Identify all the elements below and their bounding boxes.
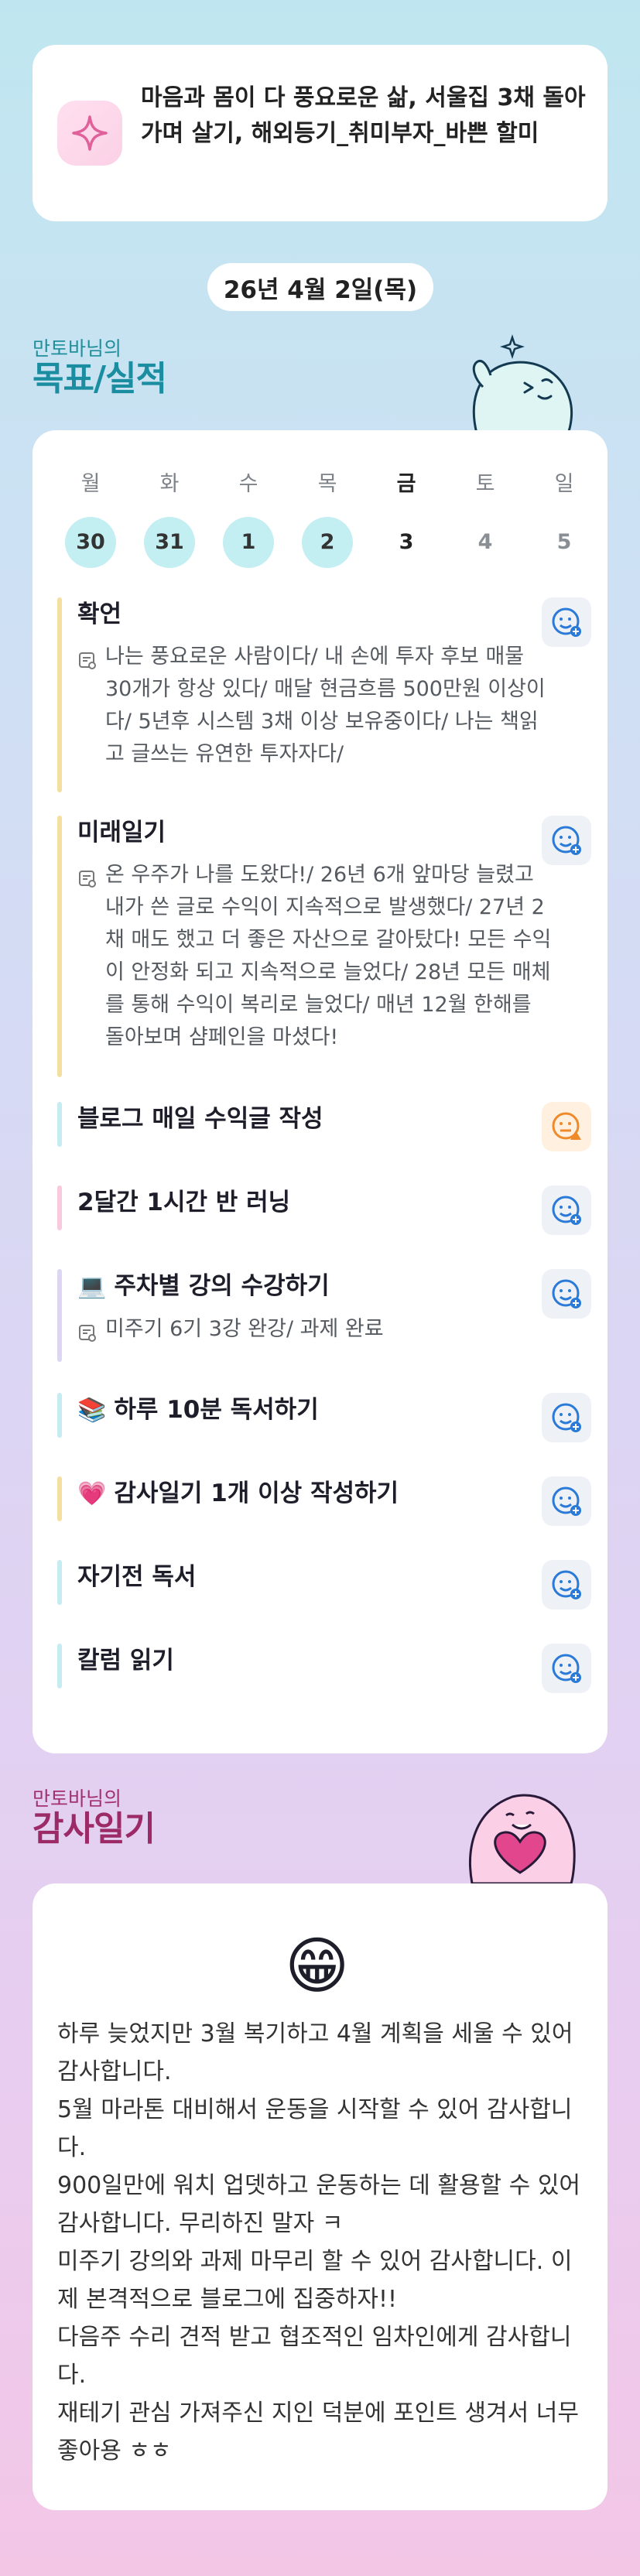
day-name: 수 — [238, 472, 258, 496]
ghost-mascot-icon — [461, 333, 577, 436]
smile-face-icon[interactable] — [542, 1644, 591, 1693]
date-label: 26년 4월 2일(목) — [207, 263, 433, 311]
gratitude-line: 다음주 수리 견적 받고 협조적인 임차인에게 감사합니다. — [57, 2324, 572, 2389]
smile-face-icon[interactable] — [542, 1269, 591, 1319]
goal-title-text: 감사일기 1개 이상 작성하기 — [114, 1480, 399, 1507]
goal-note: 나는 풍요로운 사람이다/ 내 손에 투자 후보 매물 30개가 항상 있다/ … — [77, 641, 554, 771]
thanks-section-heading: 감사일기 — [33, 1809, 156, 1849]
day-date: 2 — [302, 517, 353, 568]
goal-note: 미주기 6기 3강 완강/ 과제 완료 — [77, 1313, 554, 1346]
day-date: 30 — [65, 517, 116, 568]
goal-bar — [57, 597, 62, 792]
thanks-section-owner: 만토바님의 — [33, 1787, 122, 1810]
goal-title: 2달간 1시간 반 러닝 — [77, 1189, 291, 1216]
note-icon — [77, 867, 98, 899]
goal-bar — [57, 1560, 62, 1605]
day-name: 화 — [159, 472, 180, 496]
goal-bar — [57, 1269, 62, 1362]
goal-note: 온 우주가 나를 도왔다!/ 26년 6개 앞마당 늘렸고 내가 쓴 글로 수익… — [77, 859, 554, 1054]
goal-title: 💻 주차별 강의 수강하기 — [77, 1269, 584, 1304]
day-sat[interactable]: 토4 — [460, 469, 511, 568]
gratitude-line: 하루 늦었지만 3월 복기하고 4월 계획을 세울 수 있어 감사합니다. — [57, 2020, 573, 2085]
day-tue[interactable]: 화 31 — [144, 469, 195, 568]
smile-face-icon[interactable] — [542, 1560, 591, 1610]
gratitude-line: 900일만에 워치 업뎃하고 운동하는 데 활용할 수 있어 감사합니다. 무리… — [57, 2172, 581, 2237]
smile-face-icon[interactable] — [542, 1185, 591, 1235]
goal-note-text: 나는 풍요로운 사람이다/ 내 손에 투자 후보 매물 30개가 항상 있다/ … — [105, 645, 546, 766]
goal-item: 확언 나는 풍요로운 사람이다/ 내 손에 투자 후보 매물 30개가 항상 있… — [57, 597, 591, 792]
goals-card: 월 30 화 31 수1 목2 금3 토4 일5 확언 나는 풍요로운 사람이다/ … — [33, 430, 607, 1753]
motto-text: 마음과 몸이 다 풍요로운 삶, 서울집 3채 돌아가며 살기, 해외등기_취미… — [141, 84, 586, 147]
goal-item: 💻 주차별 강의 수강하기 미주기 6기 3강 완강/ 과제 완료 — [57, 1269, 591, 1362]
day-fri[interactable]: 금3 — [381, 469, 432, 568]
smile-face-icon[interactable] — [542, 1476, 591, 1526]
goal-item: 자기전 독서 — [57, 1560, 591, 1610]
day-thu[interactable]: 목2 — [302, 469, 353, 568]
day-name: 토 — [475, 472, 495, 496]
day-name: 목 — [317, 472, 337, 496]
goal-item: 📚 하루 10분 독서하기 — [57, 1393, 591, 1442]
day-date: 3 — [399, 530, 414, 554]
goal-bar — [57, 1102, 62, 1147]
day-date: 1 — [223, 517, 274, 568]
grin-emoji-icon: 😁 — [285, 1930, 350, 2002]
warning-face-icon[interactable] — [542, 1102, 591, 1151]
note-icon — [77, 648, 98, 681]
smile-face-icon[interactable] — [542, 1393, 591, 1442]
smile-face-icon[interactable] — [542, 816, 591, 865]
gratitude-line: 5월 마라톤 대비해서 운동을 시작할 수 있어 감사합니다. — [57, 2096, 573, 2161]
goal-bar — [57, 816, 62, 1077]
heart-mascot-icon — [458, 1780, 582, 1887]
goal-title: 칼럼 읽기 — [77, 1647, 174, 1675]
goal-item: 💗 감사일기 1개 이상 작성하기 — [57, 1476, 591, 1526]
goal-bar — [57, 1476, 62, 1521]
gratitude-line: 미주기 강의와 과제 마무리 할 수 있어 감사합니다. 이제 본격적으로 블로… — [57, 2248, 573, 2313]
goal-bar — [57, 1185, 62, 1230]
day-sun[interactable]: 일5 — [539, 469, 590, 568]
motto-card: 마음과 몸이 다 풍요로운 삶, 서울집 3채 돌아가며 살기, 해외등기_취미… — [33, 45, 607, 221]
goals-section-title: 만토바님의 목표/실적 — [33, 337, 167, 399]
day-date: 4 — [477, 530, 493, 554]
laptop-icon: 💻 — [77, 1273, 107, 1300]
day-name: 금 — [396, 472, 416, 496]
goal-item: 2달간 1시간 반 러닝 — [57, 1185, 591, 1235]
goal-title: 미래일기 — [77, 819, 166, 847]
goal-item: 블로그 매일 수익글 작성 — [57, 1102, 591, 1151]
goals-section-heading: 목표/실적 — [33, 359, 167, 399]
day-name: 월 — [80, 472, 101, 496]
goal-item: 미래일기 온 우주가 나를 도왔다!/ 26년 6개 앞마당 늘렸고 내가 쓴 … — [57, 816, 591, 1077]
goal-title-text: 하루 10분 독서하기 — [114, 1396, 319, 1424]
heart-icon: 💗 — [77, 1480, 107, 1507]
goal-bar — [57, 1644, 62, 1688]
goal-title-text: 주차별 강의 수강하기 — [114, 1272, 330, 1300]
goal-note-text: 온 우주가 나를 도왔다!/ 26년 6개 앞마당 늘렸고 내가 쓴 글로 수익… — [105, 863, 552, 1049]
note-icon — [77, 1321, 98, 1353]
goal-note-text: 미주기 6기 3강 완강/ 과제 완료 — [105, 1317, 384, 1341]
goal-title: 📚 하루 10분 독서하기 — [77, 1393, 584, 1428]
goal-title: 확언 — [77, 600, 122, 628]
goal-title: 💗 감사일기 1개 이상 작성하기 — [77, 1476, 584, 1511]
day-wed[interactable]: 수1 — [223, 469, 274, 568]
goal-title: 블로그 매일 수익글 작성 — [77, 1105, 323, 1133]
day-date: 5 — [556, 530, 572, 554]
day-date: 31 — [144, 517, 195, 568]
gratitude-text: 하루 늦었지만 3월 복기하고 4월 계획을 세울 수 있어 감사합니다. 5월… — [57, 2015, 584, 2470]
goal-item: 칼럼 읽기 — [57, 1644, 591, 1693]
goal-bar — [57, 1393, 62, 1438]
books-icon: 📚 — [77, 1397, 107, 1424]
gratitude-line: 재테기 관심 가져주신 지인 덕분에 포인트 생겨서 너무 좋아용 ㅎㅎ — [57, 2400, 579, 2465]
goal-title: 자기전 독서 — [77, 1563, 197, 1591]
smile-face-icon[interactable] — [542, 597, 591, 647]
goals-section-owner: 만토바님의 — [33, 337, 122, 360]
day-name: 일 — [554, 472, 574, 496]
thanks-section-title: 만토바님의 감사일기 — [33, 1787, 156, 1849]
day-mon[interactable]: 월 30 — [65, 469, 116, 568]
gratitude-card: 😁 하루 늦었지만 3월 복기하고 4월 계획을 세울 수 있어 감사합니다. … — [33, 1883, 607, 2510]
week-calendar: 월 30 화 31 수1 목2 금3 토4 일5 — [33, 469, 607, 568]
sparkle-icon — [57, 101, 122, 166]
